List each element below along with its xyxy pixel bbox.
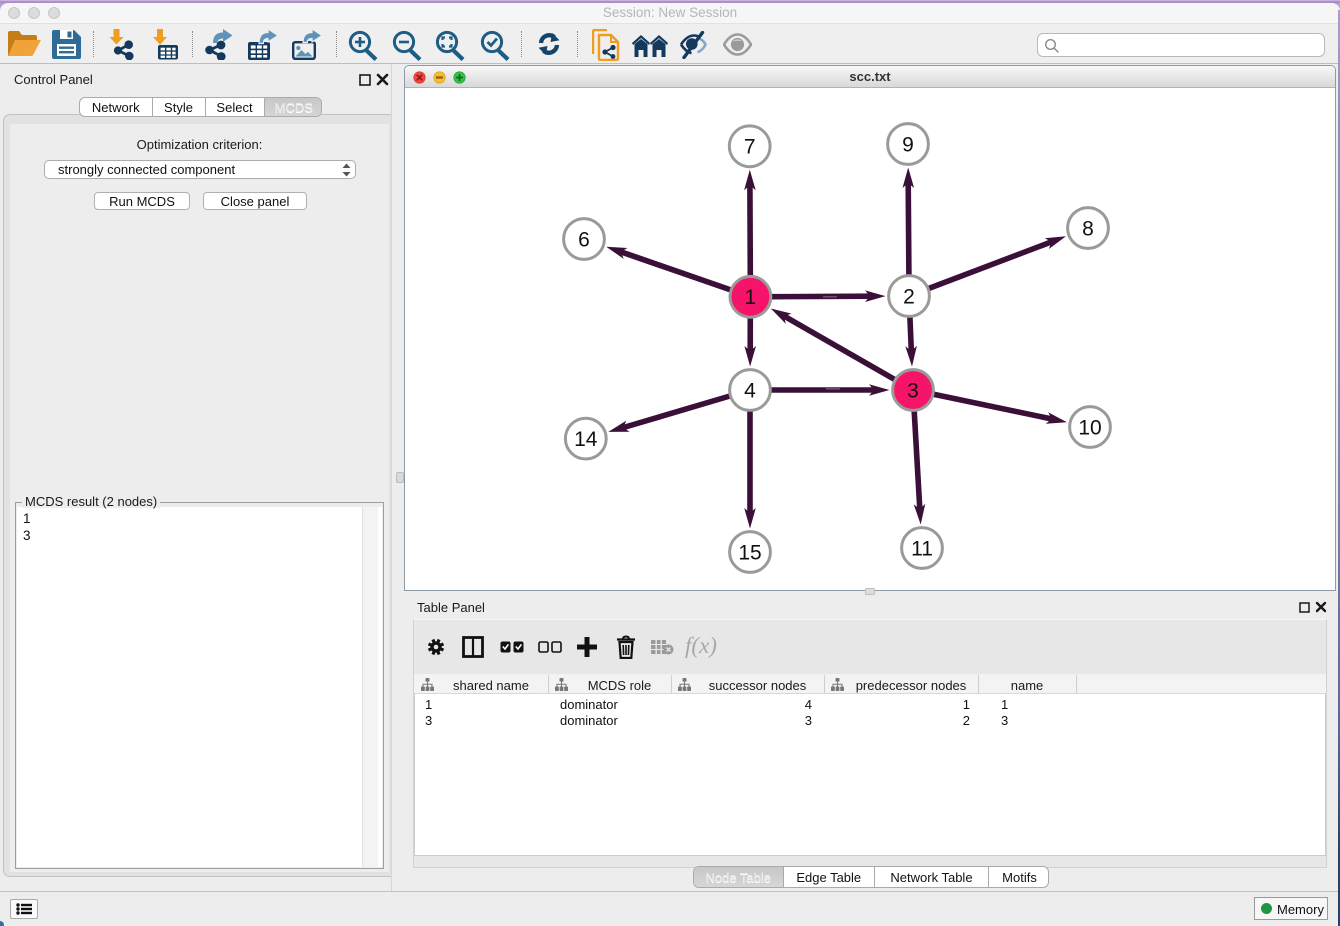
- svg-text:15: 15: [738, 541, 761, 564]
- svg-text:10: 10: [1078, 416, 1101, 439]
- svg-text:11: 11: [911, 537, 933, 560]
- svg-text:6: 6: [578, 228, 590, 251]
- svg-text:9: 9: [902, 133, 914, 156]
- svg-text:7: 7: [744, 136, 756, 159]
- svg-text:14: 14: [574, 428, 598, 451]
- svg-text:8: 8: [1082, 217, 1094, 240]
- svg-text:2: 2: [903, 285, 915, 308]
- svg-text:3: 3: [907, 379, 919, 402]
- svg-text:4: 4: [744, 379, 756, 402]
- svg-text:1: 1: [745, 286, 757, 309]
